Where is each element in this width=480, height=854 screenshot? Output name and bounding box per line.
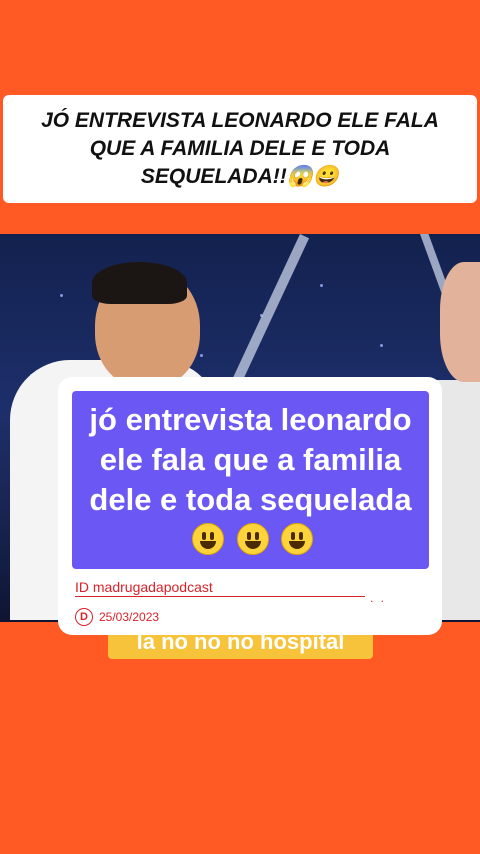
account-id[interactable]: ID madrugadapodcast bbox=[75, 579, 213, 595]
studio-beam bbox=[232, 234, 310, 384]
caption-box: jó entrevista leonardo ele fala que a fa… bbox=[72, 391, 429, 569]
grinning-face-icon bbox=[281, 523, 314, 555]
caption-text: jó entrevista leonardo ele fala que a fa… bbox=[72, 400, 429, 560]
grinning-face-icon bbox=[236, 523, 269, 555]
id-underline bbox=[75, 596, 365, 597]
date-badge-icon: D bbox=[75, 608, 93, 626]
post-date: 25/03/2023 bbox=[99, 610, 160, 624]
caption-body: jó entrevista leonardo ele fala que a fa… bbox=[89, 402, 412, 517]
dots-decoration: . . bbox=[370, 591, 387, 605]
date-row: D 25/03/2023 bbox=[75, 608, 159, 626]
video-title: JÓ ENTREVISTA LEONARDO ELE FALA QUE A FA… bbox=[41, 109, 439, 188]
title-banner: JÓ ENTREVISTA LEONARDO ELE FALA QUE A FA… bbox=[3, 95, 477, 203]
grinning-face-icon bbox=[191, 523, 224, 555]
